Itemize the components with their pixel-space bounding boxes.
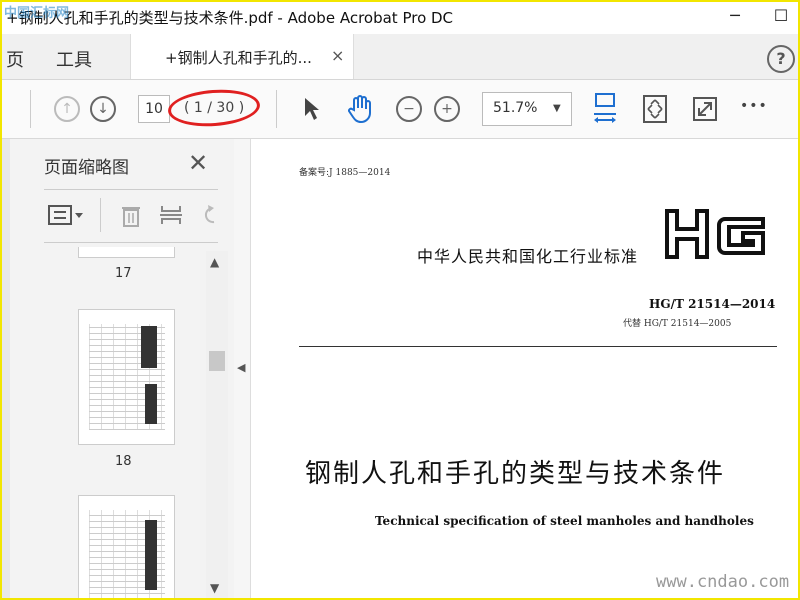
delete-page-icon[interactable] — [120, 202, 142, 228]
header-rule — [299, 346, 777, 347]
document-title-english: Technical specification of steel manhole… — [375, 514, 754, 528]
watermark-bottom: www.cndao.com — [656, 572, 790, 592]
minimize-button[interactable]: ─ — [720, 6, 750, 28]
hand-tool-icon[interactable] — [346, 94, 374, 124]
zoom-in-icon[interactable]: + — [434, 96, 460, 122]
nav-home[interactable]: 页 — [6, 46, 24, 72]
record-number: 备案号:J 1885—2014 — [299, 168, 391, 178]
zoom-out-icon[interactable]: − — [396, 96, 422, 122]
thumbnail-sidebar: 页面缩略图 ✕ 17 18 ▲ ▼ — [2, 139, 235, 598]
previous-page-icon[interactable]: ↑ — [54, 96, 80, 122]
replaces-code: 代替 HG/T 21514—2005 — [623, 319, 732, 329]
chevron-down-icon: ▼ — [553, 103, 561, 114]
page-number-input[interactable]: 10 — [138, 95, 170, 123]
scroll-down-icon[interactable]: ▼ — [210, 581, 219, 595]
select-arrow-icon[interactable] — [302, 96, 320, 122]
scrollbar-thumb[interactable] — [209, 351, 225, 371]
insert-page-icon[interactable] — [158, 202, 184, 228]
thumbnail-label: 18 — [115, 454, 132, 469]
sidebar-toolbar-divider — [100, 198, 101, 232]
more-tools-icon[interactable]: ••• — [740, 98, 768, 114]
page-thumbnail[interactable] — [78, 247, 175, 258]
sidebar-close-icon[interactable]: ✕ — [188, 149, 208, 177]
zoom-value: 51.7% — [493, 100, 538, 116]
thumbnail-label: 17 — [115, 266, 132, 281]
toolbar: ↑ ↓ 10 ( 1 / 30 ) − + 51.7% ▼ ••• — [2, 80, 798, 139]
tab-bar: 页 工具 +钢制人孔和手孔的... × ? — [2, 34, 798, 80]
page-thumbnail[interactable] — [78, 309, 175, 445]
tab-close-icon[interactable]: × — [331, 46, 344, 65]
full-screen-icon[interactable] — [692, 96, 718, 122]
fit-page-icon[interactable] — [642, 94, 668, 124]
rotate-page-icon[interactable] — [200, 202, 218, 228]
watermark-top: 中国汇标网 — [4, 6, 70, 21]
thumbnail-shading — [145, 520, 157, 590]
chevron-left-icon: ◀ — [237, 361, 246, 374]
thumbnail-options-icon[interactable] — [48, 204, 84, 226]
thumbnail-shading — [141, 326, 157, 368]
scroll-up-icon[interactable]: ▲ — [210, 255, 219, 269]
next-page-icon[interactable]: ↓ — [90, 96, 116, 122]
nav-tools[interactable]: 工具 — [56, 46, 92, 72]
document-tab-label: +钢制人孔和手孔的... — [165, 49, 312, 67]
sidebar-rail — [2, 139, 10, 598]
maximize-button[interactable]: ☐ — [766, 6, 796, 28]
sidebar-toolbar — [44, 189, 218, 243]
document-tab[interactable]: +钢制人孔和手孔的... × — [130, 34, 354, 79]
title-bar: +钢制人孔和手孔的类型与技术条件.pdf - Adobe Acrobat Pro… — [2, 2, 798, 34]
page-thumbnail[interactable] — [78, 495, 175, 598]
toolbar-divider — [30, 90, 31, 128]
red-highlight-annotation — [166, 86, 262, 130]
standard-name: 中华人民共和国化工行业标准 — [417, 247, 639, 266]
standard-code: HG/T 21514—2014 — [649, 297, 776, 311]
toolbar-divider — [276, 90, 277, 128]
fit-width-icon[interactable] — [592, 92, 618, 126]
sidebar-collapse-handle[interactable]: ◀ — [234, 139, 251, 598]
sidebar-title: 页面缩略图 — [44, 158, 129, 178]
zoom-select[interactable]: 51.7% ▼ — [482, 92, 572, 126]
acrobat-window: +钢制人孔和手孔的类型与技术条件.pdf - Adobe Acrobat Pro… — [0, 0, 800, 600]
thumbnail-shading — [145, 384, 157, 424]
hg-logo-icon — [665, 209, 765, 259]
document-page: 备案号:J 1885—2014 中华人民共和国化工行业标准 HG/T 21514… — [251, 139, 798, 598]
document-title-chinese: 钢制人孔和手孔的类型与技术条件 — [305, 459, 726, 489]
help-icon[interactable]: ? — [767, 45, 795, 73]
window-title: +钢制人孔和手孔的类型与技术条件.pdf - Adobe Acrobat Pro… — [6, 9, 454, 27]
sidebar-scrollbar[interactable]: ▲ ▼ — [206, 251, 228, 598]
